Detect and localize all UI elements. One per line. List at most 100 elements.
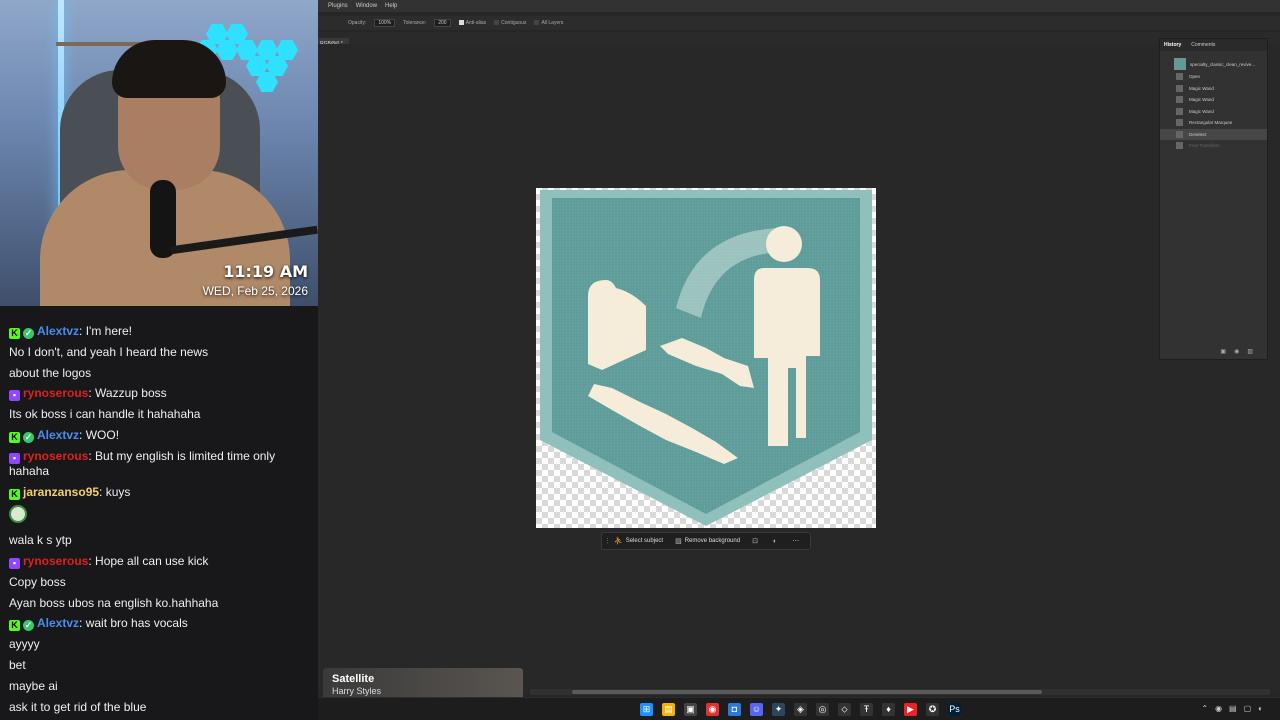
system-tray[interactable]: ⌃◉▤▢◐ bbox=[1201, 704, 1270, 713]
history-item-label: Free Transform bbox=[1189, 143, 1220, 149]
chat-panel: K ✓ Alextvz: I'm here! No I don't, and yeah… bbox=[0, 306, 318, 720]
chat-username[interactable]: rynoserous bbox=[23, 554, 88, 568]
history-panel: History Comments specialty_classic_clean… bbox=[1159, 38, 1268, 360]
verified-badge-icon: ✓ bbox=[23, 431, 34, 443]
history-item-label: Rectangular Marquee bbox=[1189, 120, 1233, 126]
history-item-label: Deselect bbox=[1189, 131, 1207, 137]
chat-username[interactable]: Alextvz bbox=[37, 616, 79, 630]
chat-username[interactable]: Alextvz bbox=[37, 428, 79, 442]
steam-icon[interactable]: ✦ bbox=[772, 703, 785, 716]
chat-message: Copy boss bbox=[9, 575, 310, 590]
all-layers-checkbox[interactable]: All Layers bbox=[534, 20, 563, 26]
adjust-button[interactable]: ◐ bbox=[767, 533, 786, 549]
chat-text: about the logos bbox=[9, 365, 92, 380]
history-list: Open Magic Wand Magic Wand Magic Wand Rectan… bbox=[1160, 71, 1267, 152]
chat-text: kuys bbox=[105, 484, 131, 499]
chat-text: No I don't, and yeah I heard the news bbox=[9, 344, 209, 359]
person-icon: ⛹ bbox=[614, 538, 623, 545]
history-item[interactable]: Magic Wand bbox=[1160, 106, 1267, 118]
menu-window[interactable]: Window bbox=[356, 3, 377, 9]
menu-plugins[interactable]: Plugins bbox=[328, 3, 348, 9]
tab-comments[interactable]: Comments bbox=[1191, 42, 1215, 48]
twitch-badge-icon: ▪ bbox=[9, 452, 20, 464]
chat-separator: : bbox=[99, 484, 106, 499]
checkbox-unchecked-icon bbox=[494, 20, 500, 25]
chat-username[interactable]: rynoserous bbox=[23, 386, 88, 400]
contextual-task-bar: ⋮ ⛹ Select subject ▨ Remove background ⊡ ◐… bbox=[601, 532, 811, 550]
screen: 11:19 AM WED, Feb 25, 2026 K ✓ Alextvz: I'… bbox=[0, 0, 1280, 720]
twitch-badge-icon: ▪ bbox=[9, 557, 20, 569]
more-button[interactable]: ⋯ bbox=[786, 533, 808, 549]
chat-message: Ayan boss ubos na english ko.hahhaha bbox=[9, 596, 310, 611]
history-item[interactable]: Rectangular Marquee bbox=[1160, 117, 1267, 129]
transform-button[interactable]: ⊡ bbox=[746, 533, 767, 549]
windows-taskbar: ⊞ ▤ ▣ ◉ ◘ ☺ ✦ ◈ ◎ ⬦ Ŧ ♦ ▶ ✪ ✎ Ps ⌃◉▤▢◐ bbox=[318, 697, 1280, 720]
scrollbar-thumb[interactable] bbox=[572, 690, 1042, 694]
checkbox-unchecked-icon bbox=[534, 20, 540, 25]
history-step-icon bbox=[1176, 142, 1183, 150]
chat-message: ask it to get rid of the blue bbox=[9, 700, 310, 715]
history-item-label: Magic Wand bbox=[1189, 108, 1214, 114]
chat-message: wala k s ytp bbox=[9, 533, 310, 548]
chat-username[interactable]: jaranzanso95 bbox=[23, 485, 99, 499]
antialias-checkbox[interactable]: Anti-alias bbox=[458, 20, 487, 26]
tab-history[interactable]: History bbox=[1164, 42, 1181, 48]
chat-text: wait bro has vocals bbox=[85, 616, 188, 631]
app-icon[interactable]: ✪ bbox=[926, 703, 939, 716]
app-icon[interactable]: ♦ bbox=[882, 703, 895, 716]
file-explorer-icon[interactable]: ▤ bbox=[662, 703, 675, 716]
horizontal-scrollbar[interactable] bbox=[530, 689, 1270, 695]
photoshop-icon[interactable]: Ps bbox=[948, 703, 961, 716]
chat-text: Copy boss bbox=[9, 574, 66, 589]
kick-badge-icon: K bbox=[9, 328, 20, 339]
menu-help[interactable]: Help bbox=[385, 3, 397, 9]
clock-time: 11:19 AM bbox=[223, 262, 308, 281]
history-snapshot[interactable]: specialty_classic_clean_revive... bbox=[1160, 57, 1267, 71]
opacity-field[interactable]: 100% bbox=[374, 19, 396, 27]
history-item[interactable]: Open bbox=[1160, 71, 1267, 83]
history-item-label: Magic Wand bbox=[1189, 85, 1214, 91]
app-icon[interactable]: ▣ bbox=[684, 703, 697, 716]
app-icon[interactable]: ⬦ bbox=[838, 703, 851, 716]
antialias-label: Anti-alias bbox=[465, 20, 487, 26]
track-artist: Harry Styles bbox=[332, 686, 382, 696]
contiguous-checkbox[interactable]: Contiguous bbox=[494, 20, 526, 26]
browser-icon[interactable]: ◉ bbox=[706, 703, 719, 716]
figure-head bbox=[766, 226, 802, 262]
history-footer-icons: ▣◉▥ bbox=[1220, 349, 1261, 355]
select-subject-button[interactable]: ⛹ Select subject bbox=[608, 533, 669, 549]
chat-text: I'm here! bbox=[85, 324, 133, 338]
obs-icon[interactable]: ◎ bbox=[816, 703, 829, 716]
app-icon[interactable]: Ŧ bbox=[860, 703, 873, 716]
chat-separator: : bbox=[79, 324, 86, 338]
webcam-feed: 11:19 AM WED, Feb 25, 2026 bbox=[0, 0, 318, 306]
discord-icon[interactable]: ☺ bbox=[750, 703, 763, 716]
history-item[interactable]: Magic Wand bbox=[1160, 94, 1267, 106]
app-icon[interactable]: ◘ bbox=[728, 703, 741, 716]
ps-menubar: Plugins Window Help bbox=[318, 0, 1280, 12]
chat-message: K ✓ Alextvz: WOO! bbox=[9, 428, 310, 443]
history-item[interactable]: Free Transform bbox=[1160, 140, 1267, 152]
document-canvas[interactable] bbox=[536, 188, 876, 528]
chat-separator: : bbox=[79, 427, 86, 442]
chat-username[interactable]: rynoserous bbox=[23, 449, 88, 463]
history-step-icon bbox=[1176, 73, 1183, 81]
history-item[interactable]: Deselect bbox=[1160, 128, 1267, 140]
chat-text: Hope all can use kick bbox=[95, 553, 209, 568]
document-tab-bar: RGB/8#) * bbox=[318, 32, 1280, 50]
history-item-label: Open bbox=[1189, 74, 1201, 80]
tolerance-field[interactable]: 200 bbox=[434, 19, 451, 27]
app-icon[interactable]: ◈ bbox=[794, 703, 807, 716]
transform-icon: ⊡ bbox=[752, 538, 758, 545]
start-icon[interactable]: ⊞ bbox=[640, 703, 653, 716]
chat-text: Ayan boss ubos na english ko.hahhaha bbox=[9, 595, 219, 610]
chat-message: K ✓ Alextvz: wait bro has vocals bbox=[9, 616, 310, 632]
chat-text: WOO! bbox=[85, 427, 120, 442]
remove-background-button[interactable]: ▨ Remove background bbox=[669, 533, 746, 549]
history-item[interactable]: Magic Wand bbox=[1160, 83, 1267, 95]
chat-message: Kjaranzanso95: kuys bbox=[9, 485, 310, 500]
streamer-hair bbox=[112, 40, 226, 98]
app-icon[interactable]: ▶ bbox=[904, 703, 917, 716]
chat-username[interactable]: Alextvz bbox=[37, 324, 79, 338]
chat-message: ayyyy bbox=[9, 637, 310, 652]
